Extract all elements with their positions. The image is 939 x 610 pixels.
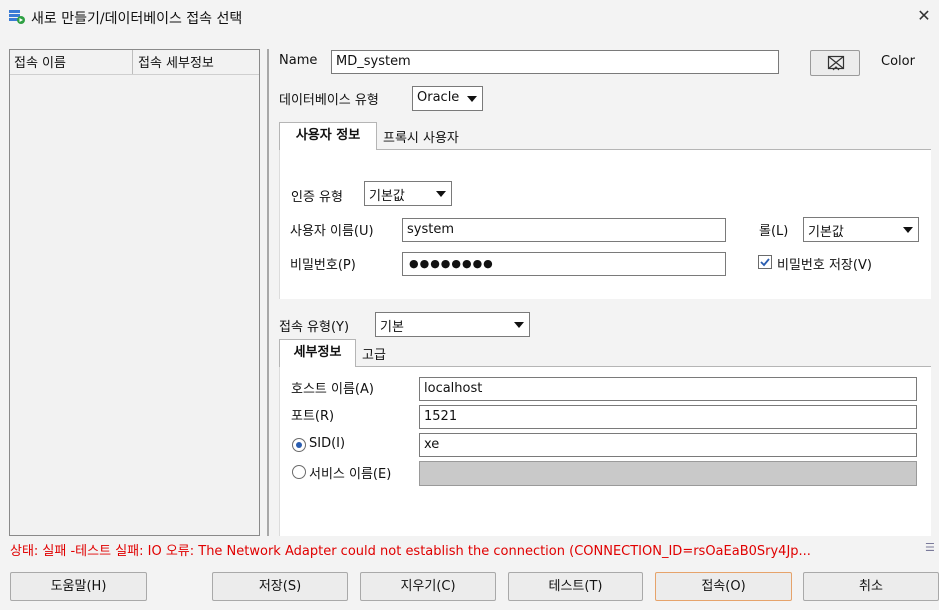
auth-type-select[interactable]: 기본값 xyxy=(364,181,452,206)
cancel-button[interactable]: 취소 xyxy=(803,572,939,601)
database-type-value: Oracle xyxy=(417,90,460,105)
name-input[interactable]: MD_system xyxy=(331,50,779,74)
database-connection-icon xyxy=(9,10,25,24)
connection-type-value: 기본 xyxy=(380,320,404,335)
role-select[interactable]: 기본값 xyxy=(803,217,919,242)
checkmark-icon xyxy=(760,258,770,267)
header-divider xyxy=(10,74,259,75)
role-label: 롤(L) xyxy=(759,224,789,239)
role-value: 기본값 xyxy=(808,225,844,240)
connection-type-label: 접속 유형(Y) xyxy=(279,320,350,335)
password-input[interactable]: ●●●●●●●● xyxy=(402,252,726,276)
host-input[interactable]: localhost xyxy=(419,377,917,401)
save-password-checkbox[interactable] xyxy=(758,255,772,269)
connections-list[interactable]: 접속 이름 접속 세부정보 xyxy=(9,49,260,536)
password-label: 비밀번호(P) xyxy=(290,258,356,273)
radio-selected-dot xyxy=(296,442,302,448)
details-icon[interactable]: ☰ xyxy=(925,541,935,554)
panel-splitter[interactable] xyxy=(267,49,269,536)
port-label: 포트(R) xyxy=(291,409,335,424)
connection-type-select[interactable]: 기본 xyxy=(375,312,530,337)
column-header-divider[interactable] xyxy=(132,50,133,74)
connect-button[interactable]: 접속(O) xyxy=(655,572,792,601)
save-button[interactable]: 저장(S) xyxy=(212,572,348,601)
database-type-label: 데이터베이스 유형 xyxy=(279,93,379,108)
port-input[interactable]: 1521 xyxy=(419,405,917,429)
chevron-down-icon xyxy=(903,227,913,233)
database-type-select[interactable]: Oracle xyxy=(412,86,483,111)
clear-button[interactable]: 지우기(C) xyxy=(360,572,496,601)
close-icon[interactable]: ✕ xyxy=(916,8,932,24)
auth-type-value: 기본값 xyxy=(369,189,405,204)
sid-input[interactable]: xe xyxy=(419,433,917,457)
auth-type-label: 인증 유형 xyxy=(291,190,343,205)
chevron-down-icon xyxy=(436,191,446,197)
chevron-down-icon xyxy=(514,322,524,328)
status-message: 상태: 실패 -테스트 실패: IO 오류: The Network Adapt… xyxy=(10,544,811,559)
column-header-connection-details[interactable]: 접속 세부정보 xyxy=(138,52,214,71)
tab-details[interactable]: 세부정보 xyxy=(279,339,356,367)
service-name-label[interactable]: 서비스 이름(E) xyxy=(309,463,391,482)
help-button[interactable]: 도움말(H) xyxy=(10,572,147,601)
color-label: Color xyxy=(881,54,915,69)
color-swatch-icon xyxy=(827,54,845,72)
save-password-label[interactable]: 비밀번호 저장(V) xyxy=(777,254,872,273)
username-label: 사용자 이름(U) xyxy=(290,224,374,239)
username-input[interactable]: system xyxy=(402,218,726,242)
sid-label[interactable]: SID(I) xyxy=(309,436,345,451)
service-name-input xyxy=(419,461,917,486)
tab-user-info[interactable]: 사용자 정보 xyxy=(279,122,377,150)
name-label: Name xyxy=(279,53,318,68)
sid-radio[interactable] xyxy=(292,438,306,452)
test-button[interactable]: 테스트(T) xyxy=(508,572,643,601)
column-header-connection-name[interactable]: 접속 이름 xyxy=(14,52,66,71)
host-label: 호스트 이름(A) xyxy=(291,382,374,397)
tab-advanced[interactable]: 고급 xyxy=(362,344,386,363)
tab-proxy-user[interactable]: 프록시 사용자 xyxy=(383,127,459,146)
color-picker-button[interactable] xyxy=(810,50,860,76)
chevron-down-icon xyxy=(467,96,477,102)
window-title: 새로 만들기/데이터베이스 접속 선택 xyxy=(31,11,243,27)
service-name-radio[interactable] xyxy=(292,465,306,479)
